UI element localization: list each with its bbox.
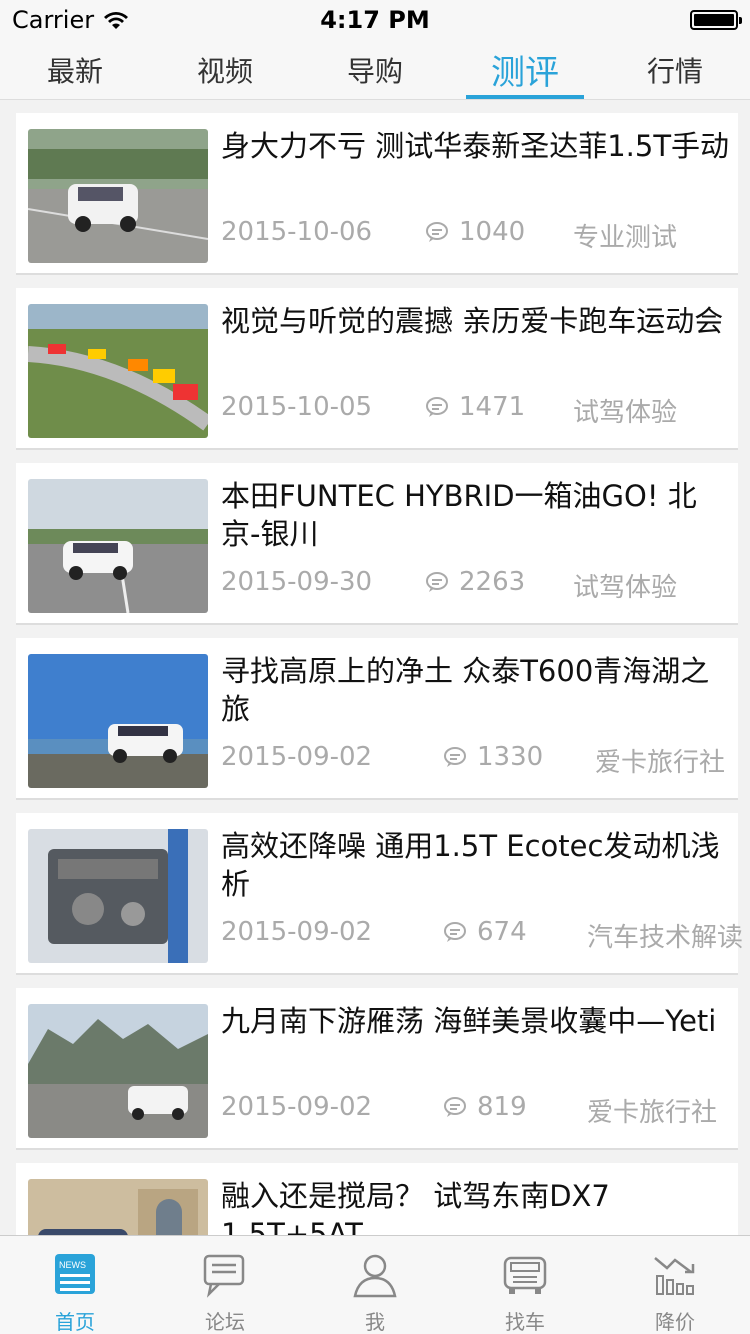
comment-number: 674 bbox=[477, 917, 527, 947]
article-item[interactable]: 九月南下游雁荡 海鲜美景收囊中—Yeti 2015-09-02 819 爱卡旅行… bbox=[16, 988, 738, 1150]
comment-number: 2263 bbox=[459, 567, 526, 597]
comment-count: 2263 bbox=[425, 567, 525, 597]
comment-count: 1040 bbox=[425, 217, 525, 247]
tabbar-price-drop-label: 降价 bbox=[655, 1310, 695, 1334]
article-thumbnail bbox=[28, 654, 208, 788]
battery-icon bbox=[690, 10, 742, 30]
article-item[interactable]: 高效还降噪 通用1.5T Ecotec发动机浅析 2015-09-02 674 … bbox=[16, 813, 743, 975]
article-title[interactable]: 本田FUNTEC HYBRID一箱油GO! 北京-银川 bbox=[221, 477, 731, 553]
article-title[interactable]: 寻找高原上的净土 众泰T600青海湖之旅 bbox=[221, 652, 731, 728]
tabbar-me-label: 我 bbox=[365, 1310, 385, 1334]
article-title[interactable]: 九月南下游雁荡 海鲜美景收囊中—Yeti bbox=[221, 1002, 731, 1040]
tabbar-find-car-label: 找车 bbox=[505, 1310, 545, 1334]
clock: 4:17 PM bbox=[320, 6, 430, 34]
bottom-tab-bar: NEWS 首页 论坛 我 找车 降价 bbox=[0, 1235, 750, 1334]
user-icon bbox=[353, 1254, 397, 1298]
comment-number: 819 bbox=[477, 1092, 527, 1122]
tabbar-find-car[interactable]: 找车 bbox=[450, 1236, 600, 1334]
article-date: 2015-10-06 bbox=[221, 217, 373, 247]
article-thumbnail bbox=[28, 829, 208, 963]
tab-review[interactable]: 测评 bbox=[450, 40, 600, 99]
tabbar-home-label: 首页 bbox=[55, 1310, 95, 1334]
article-item[interactable]: 寻找高原上的净土 众泰T600青海湖之旅 2015-09-02 1330 爱卡旅… bbox=[16, 638, 738, 800]
article-category: 专业测试 bbox=[573, 223, 678, 253]
svg-text:NEWS: NEWS bbox=[59, 1260, 86, 1270]
comment-count: 1471 bbox=[425, 392, 525, 422]
article-category: 爱卡旅行社 bbox=[595, 748, 726, 778]
comment-icon bbox=[426, 572, 448, 592]
tabbar-home[interactable]: NEWS 首页 bbox=[0, 1236, 150, 1334]
article-meta: 2015-09-02 819 爱卡旅行社 bbox=[221, 1092, 750, 1132]
tabbar-price-drop[interactable]: 降价 bbox=[600, 1236, 750, 1334]
article-title[interactable]: 身大力不亏 测试华泰新圣达菲1.5T手动 bbox=[221, 127, 731, 165]
article-category: 爱卡旅行社 bbox=[587, 1098, 718, 1128]
article-category: 试驾体验 bbox=[573, 573, 678, 603]
tabbar-me[interactable]: 我 bbox=[300, 1236, 450, 1334]
comment-icon bbox=[444, 922, 466, 942]
article-date: 2015-09-02 bbox=[221, 1092, 373, 1122]
article-thumbnail bbox=[28, 304, 208, 438]
article-date: 2015-10-05 bbox=[221, 392, 373, 422]
tabbar-forum-label: 论坛 bbox=[205, 1310, 245, 1334]
article-thumbnail bbox=[28, 479, 208, 613]
article-title[interactable]: 视觉与听觉的震撼 亲历爱卡跑车运动会 bbox=[221, 302, 731, 340]
article-meta: 2015-09-02 674 汽车技术解读 bbox=[221, 917, 750, 957]
article-meta: 2015-09-30 2263 试驾体验 bbox=[221, 567, 750, 607]
article-title[interactable]: 高效还降噪 通用1.5T Ecotec发动机浅析 bbox=[221, 827, 731, 903]
article-item[interactable]: 融入还是搅局？ 试驾东南DX7 1.5T+5AT bbox=[16, 1163, 738, 1235]
tab-video[interactable]: 视频 bbox=[150, 40, 300, 99]
status-bar: Carrier 4:17 PM bbox=[0, 0, 750, 40]
article-category: 试驾体验 bbox=[573, 398, 678, 428]
article-date: 2015-09-02 bbox=[221, 742, 373, 772]
article-thumbnail bbox=[28, 1179, 208, 1235]
category-tabs: 最新 视频 导购 测评 行情 bbox=[0, 40, 750, 100]
comment-icon bbox=[426, 397, 448, 417]
tab-buying-guide[interactable]: 导购 bbox=[300, 40, 450, 99]
article-list[interactable]: 身大力不亏 测试华泰新圣达菲1.5T手动 2015-10-06 1040 专业测… bbox=[0, 101, 750, 1235]
article-item[interactable]: 视觉与听觉的震撼 亲历爱卡跑车运动会 2015-10-05 1471 试驾体验 bbox=[16, 288, 738, 450]
comment-count: 1330 bbox=[443, 742, 543, 772]
chat-icon bbox=[203, 1254, 245, 1298]
comment-icon bbox=[426, 222, 448, 242]
article-meta: 2015-09-02 1330 爱卡旅行社 bbox=[221, 742, 750, 782]
tab-latest[interactable]: 最新 bbox=[0, 40, 150, 99]
car-icon bbox=[503, 1256, 547, 1294]
article-meta: 2015-10-06 1040 专业测试 bbox=[221, 217, 750, 257]
article-date: 2015-09-30 bbox=[221, 567, 373, 597]
comment-number: 1330 bbox=[477, 742, 544, 772]
comment-count: 674 bbox=[443, 917, 527, 947]
comment-count: 819 bbox=[443, 1092, 527, 1122]
comment-number: 1040 bbox=[459, 217, 526, 247]
news-icon: NEWS bbox=[55, 1254, 95, 1294]
article-category: 汽车技术解读 bbox=[587, 923, 744, 953]
article-item[interactable]: 身大力不亏 测试华泰新圣达菲1.5T手动 2015-10-06 1040 专业测… bbox=[16, 113, 738, 275]
tab-market[interactable]: 行情 bbox=[600, 40, 750, 99]
article-thumbnail bbox=[28, 1004, 208, 1138]
article-thumbnail bbox=[28, 129, 208, 263]
comment-icon bbox=[444, 1097, 466, 1117]
tabbar-forum[interactable]: 论坛 bbox=[150, 1236, 300, 1334]
article-item[interactable]: 本田FUNTEC HYBRID一箱油GO! 北京-银川 2015-09-30 2… bbox=[16, 463, 738, 625]
article-date: 2015-09-02 bbox=[221, 917, 373, 947]
article-meta: 2015-10-05 1471 试驾体验 bbox=[221, 392, 750, 432]
comment-icon bbox=[444, 747, 466, 767]
comment-number: 1471 bbox=[459, 392, 526, 422]
article-title[interactable]: 融入还是搅局？ 试驾东南DX7 1.5T+5AT bbox=[221, 1177, 731, 1235]
price-drop-icon bbox=[654, 1257, 695, 1295]
